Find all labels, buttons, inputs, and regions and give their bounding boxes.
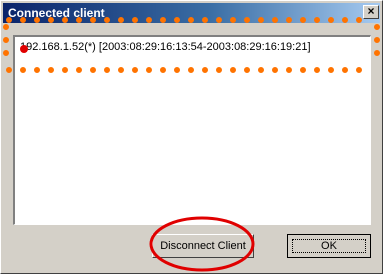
ok-label: OK — [292, 239, 366, 253]
close-button[interactable]: × — [363, 5, 379, 19]
close-icon: × — [367, 4, 375, 18]
client-list-item[interactable]: 192.168.1.52(*) [2003:08:29:16:13:54-200… — [20, 41, 311, 53]
disconnect-client-label: Disconnect Client — [160, 240, 246, 252]
title-bar: Connected client × — [3, 3, 380, 23]
disconnect-client-button[interactable]: Disconnect Client — [152, 234, 254, 258]
client-listbox[interactable]: 192.168.1.52(*) [2003:08:29:16:13:54-200… — [13, 35, 371, 225]
window-title: Connected client — [8, 6, 105, 20]
ok-button[interactable]: OK — [287, 234, 371, 258]
connected-client-dialog: Connected client × 192.168.1.52(*) [2003… — [0, 0, 383, 274]
